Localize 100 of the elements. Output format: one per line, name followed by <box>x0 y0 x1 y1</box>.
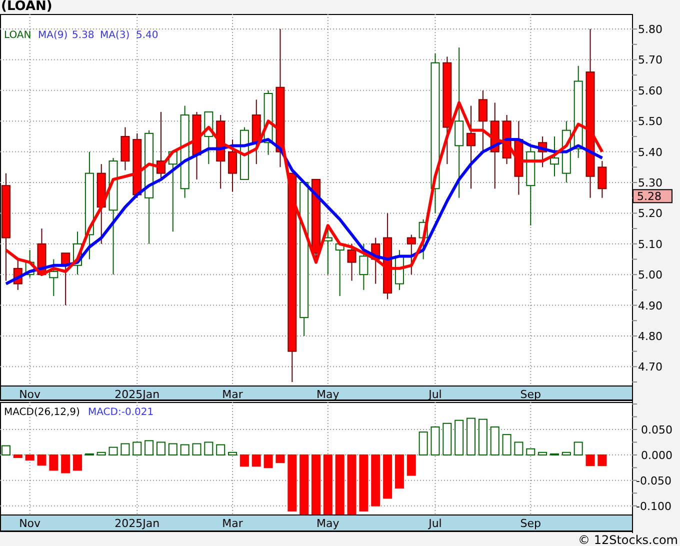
histogram-bar <box>478 418 488 456</box>
candlestick <box>394 250 404 290</box>
legend-value: 5.38 <box>72 30 94 41</box>
histogram-bar <box>490 426 500 456</box>
legend-symbol: LOAN <box>4 30 32 41</box>
histogram-bar <box>347 454 356 515</box>
legend-label: MA(9) <box>38 30 68 41</box>
histogram-bar <box>526 448 536 456</box>
candlestick <box>359 243 368 290</box>
histogram-bar <box>312 454 320 515</box>
axis-label: -0.100 <box>636 500 672 513</box>
axis-label: -0.050 <box>636 474 672 488</box>
axis-label: 0.000 <box>641 448 672 462</box>
histogram-bar <box>240 454 249 467</box>
candlestick <box>192 111 202 180</box>
candlestick <box>156 111 166 180</box>
legend-label: MACD(26,12,9) <box>4 407 80 418</box>
histogram-bar <box>466 418 476 456</box>
histogram-bar <box>73 454 82 471</box>
chart-title: (LOAN) <box>0 0 54 14</box>
axis-label: May <box>316 388 340 401</box>
axis-label: 5.00 <box>638 268 662 282</box>
candlestick <box>502 114 512 165</box>
histogram-bar <box>394 454 404 489</box>
axis-label: 4.70 <box>638 360 662 374</box>
axis-label: Jul <box>428 388 442 401</box>
last-price-badge: 5.28 <box>632 189 672 204</box>
histogram-bar <box>418 432 428 456</box>
histogram-bar <box>132 442 142 456</box>
histogram-bar <box>108 446 118 456</box>
candlestick <box>598 160 607 198</box>
candlestick <box>562 120 571 183</box>
axis-label: Nov <box>19 517 41 530</box>
candlestick <box>204 111 214 165</box>
histogram-bar <box>96 452 106 456</box>
histogram-bar <box>288 454 297 512</box>
axis-label: 4.90 <box>638 299 662 312</box>
candlestick <box>371 237 380 284</box>
axis-label: 0.050 <box>641 423 672 436</box>
axis-label: 2025Jan <box>114 517 160 530</box>
histogram-bar <box>406 454 416 476</box>
candlestick <box>132 132 142 198</box>
copyright-text: © 12Stocks.com <box>578 533 678 546</box>
candlestick <box>25 250 34 278</box>
histogram-bar <box>61 454 70 474</box>
histogram-bar <box>586 454 595 466</box>
histogram-bar <box>156 442 166 456</box>
histogram-bar <box>574 442 583 456</box>
histogram-bar <box>252 454 261 467</box>
histogram-bar <box>228 452 238 456</box>
candlestick <box>228 139 238 192</box>
histogram-bar <box>25 454 34 461</box>
histogram-bar <box>300 454 309 515</box>
axis-label: Sep <box>520 517 541 530</box>
candlestick <box>478 90 488 152</box>
axis-label: 5.80 <box>638 23 662 36</box>
histogram-bar <box>204 442 214 456</box>
histogram-bar <box>37 454 46 466</box>
histogram-bar <box>216 444 226 456</box>
histogram-bar <box>359 454 368 512</box>
candlestick <box>252 99 261 165</box>
histogram-bar <box>538 452 548 456</box>
axis-label: May <box>316 517 340 530</box>
candlestick <box>120 126 130 171</box>
histogram-bar <box>514 442 524 456</box>
candlestick <box>347 243 356 282</box>
histogram-bar <box>264 454 273 468</box>
histogram-bar <box>430 426 440 456</box>
histogram-bar <box>371 454 380 506</box>
histogram-bar <box>598 454 607 466</box>
axis-label: 5.30 <box>638 176 662 190</box>
histogram-bar <box>168 443 178 456</box>
histogram-bar <box>550 453 559 456</box>
histogram-bar <box>562 452 571 456</box>
candlestick <box>73 231 82 276</box>
legend-value: 5.40 <box>136 30 158 41</box>
axis-label: 5.20 <box>638 207 662 220</box>
histogram-bar <box>84 453 94 456</box>
histogram-bar <box>502 434 512 456</box>
axis-label: Mar <box>222 517 243 530</box>
histogram-bar <box>276 454 285 464</box>
histogram-bar <box>192 443 202 456</box>
axis-label: 4.80 <box>638 330 662 343</box>
histogram-bar <box>383 454 392 499</box>
histogram-bar <box>120 443 130 456</box>
axis-label: 5.40 <box>638 146 662 159</box>
axis-label: 5.50 <box>638 115 662 128</box>
histogram-bar <box>442 422 452 456</box>
candlestick <box>335 243 344 297</box>
candlestick <box>49 258 58 297</box>
legend-label: MA(3) <box>100 30 130 41</box>
axis-label: 5.60 <box>638 84 662 98</box>
histogram-bar <box>323 454 332 515</box>
legend-value: MACD:-0.021 <box>88 407 154 418</box>
candlestick <box>538 136 548 168</box>
candlestick <box>37 228 46 276</box>
candlestick <box>323 228 332 276</box>
axis-label: 2025Jan <box>114 388 160 401</box>
axis-label: 5.10 <box>638 238 662 251</box>
candlestick <box>550 136 559 177</box>
